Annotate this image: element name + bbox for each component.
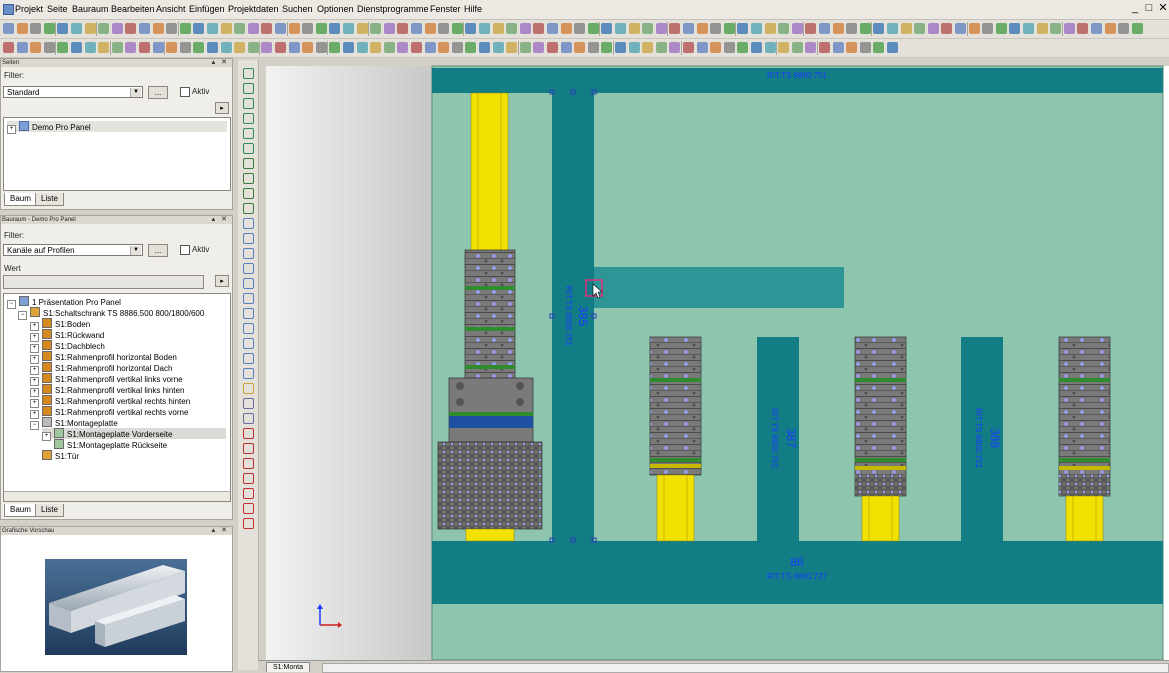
horizontal-scrollbar[interactable]	[322, 663, 1169, 673]
din-rail-left-bottom[interactable]	[465, 528, 515, 542]
cable-duct-preview[interactable]	[594, 267, 844, 308]
duct-385-number: 385	[576, 306, 590, 326]
sheet-tab-strip: S1:Monta	[258, 660, 1169, 673]
bottom-duct-label: RIT.TS 8800.737	[767, 572, 828, 581]
drawing-svg[interactable]: RIT.TS 8800.751 86 RIT.TS 8800.737 385 R…	[0, 0, 1169, 670]
duct-385-label: RIT.TS 8800.751	[564, 286, 573, 347]
terminal-block-stack-2[interactable]	[649, 336, 702, 476]
sheet-tab[interactable]: S1:Monta	[266, 662, 310, 672]
duct-388-number: 388	[988, 428, 1002, 448]
duct-388-label: RIT.TS 8800.751	[974, 408, 983, 469]
top-duct-label: RIT.TS 8800.751	[767, 71, 828, 80]
bottom-duct-number: 86	[790, 555, 804, 569]
terminal-block-stack-left[interactable]	[464, 249, 516, 379]
din-rail-2[interactable]	[656, 474, 695, 542]
din-rail-4[interactable]	[1065, 495, 1104, 542]
terminal-block-stack-4[interactable]	[1058, 336, 1111, 497]
terminal-block-stack-3[interactable]	[854, 336, 907, 497]
duct-387-label: RIT.TS 8800.751	[770, 408, 779, 469]
din-rail-3[interactable]	[861, 495, 900, 542]
axis-origin-icon	[317, 604, 342, 628]
duct-387-number: 387	[784, 428, 798, 448]
relay-block-dense[interactable]	[437, 441, 543, 530]
din-rail-left[interactable]	[470, 92, 509, 254]
